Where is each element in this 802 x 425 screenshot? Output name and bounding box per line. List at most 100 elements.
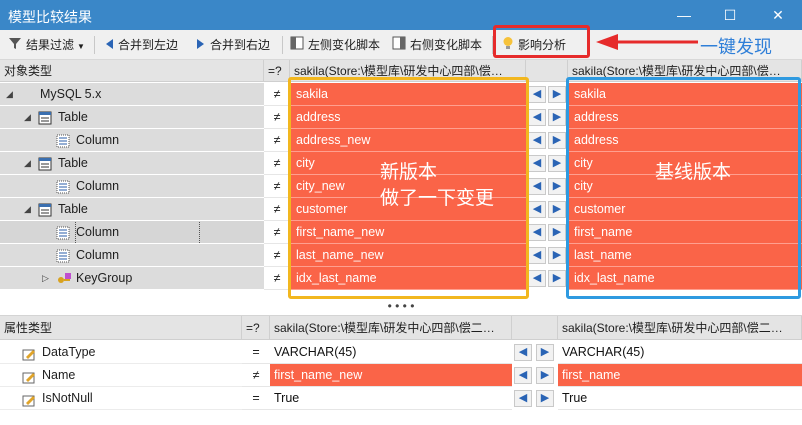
column-header-merge[interactable] [526,60,568,82]
merge-buttons: ◀ ▶ [526,198,568,221]
property-compare-status: ≠ [242,364,270,387]
merge-buttons: ◀ ▶ [526,267,568,290]
merge-left-arrow-icon[interactable]: ◀ [528,201,546,218]
merge-right-arrow-icon[interactable]: ▶ [536,390,554,407]
property-type-cell[interactable]: DataType [0,341,242,364]
compare-status: ≠ [264,129,290,152]
column-icon [56,179,70,197]
impact-highlight-box [493,25,590,58]
chevron-down-icon: ▼ [77,42,85,51]
merge-buttons: ◀ ▶ [526,152,568,175]
merge-right-arrow-icon[interactable]: ▶ [548,247,566,264]
merge-right-arrow-icon[interactable]: ▶ [536,344,554,361]
property-right-value[interactable]: VARCHAR(45) [558,341,802,364]
object-type-cell[interactable]: Column [0,129,264,152]
tree-expander-icon[interactable]: ▷ [42,267,49,289]
property-row[interactable]: DataType = VARCHAR(45) ◀ ▶ VARCHAR(45) [0,341,802,364]
close-button[interactable]: ✕ [766,4,790,26]
arrow-right-icon [196,37,206,55]
merge-right-button[interactable]: 合并到右边 [196,36,270,54]
merge-left-arrow-icon[interactable]: ◀ [528,86,546,103]
object-type-label: Table [58,202,88,216]
merge-left-arrow-icon[interactable]: ◀ [528,247,546,264]
merge-left-arrow-icon[interactable]: ◀ [528,224,546,241]
compare-status: ≠ [264,198,290,221]
maximize-button[interactable]: ☐ [718,4,742,26]
filter-label: 结果过滤 [26,38,75,52]
merge-right-arrow-icon[interactable]: ▶ [548,224,566,241]
property-left-value[interactable]: first_name_new [270,364,512,387]
key-icon [56,271,72,289]
tree-expander-icon[interactable]: ◢ [6,83,13,105]
annotation-arrow-icon [596,34,698,50]
merge-right-arrow-icon[interactable]: ▶ [536,367,554,384]
compare-status: ≠ [264,152,290,175]
object-type-cell[interactable]: Column [0,175,264,198]
column-header-eq[interactable]: =? [264,60,290,82]
property-type-label: Name [42,368,76,382]
merge-left-arrow-icon[interactable]: ◀ [528,155,546,172]
merge-right-arrow-icon[interactable]: ▶ [548,270,566,287]
merge-right-arrow-icon[interactable]: ▶ [548,201,566,218]
property-right-value[interactable]: True [558,387,802,410]
object-type-cell[interactable]: ◢ Table [0,106,264,129]
property-header-eq[interactable]: =? [242,316,270,340]
property-header-type[interactable]: 属性类型 [0,316,242,340]
arrow-left-icon [104,37,114,55]
compare-status: ≠ [264,267,290,290]
merge-right-label: 合并到右边 [210,38,271,52]
right-script-button[interactable]: 右侧变化脚本 [392,36,482,54]
object-type-label: Table [58,156,88,170]
left-pane-icon [290,36,304,55]
property-left-value[interactable]: VARCHAR(45) [270,341,512,364]
property-row[interactable]: IsNotNull = True ◀ ▶ True [0,387,802,410]
left-script-button[interactable]: 左侧变化脚本 [290,36,380,54]
object-type-cell[interactable]: ◢ Table [0,198,264,221]
property-header-left[interactable]: sakila(Store:\模型库\研发中心四部\偿二… [270,316,512,340]
property-merge-buttons: ◀ ▶ [512,364,558,387]
pane-splitter[interactable]: • • • • [0,300,802,316]
merge-right-arrow-icon[interactable]: ▶ [548,109,566,126]
merge-left-arrow-icon[interactable]: ◀ [514,367,532,384]
filter-button[interactable]: 结果过滤 ▼ [8,36,85,54]
merge-left-label: 合并到左边 [118,38,179,52]
tree-expander-icon[interactable]: ◢ [24,198,31,220]
object-type-cell[interactable]: Column [0,221,264,244]
object-type-label: MySQL 5.x [40,87,102,101]
property-header-right[interactable]: sakila(Store:\模型库\研发中心四部\偿二… [558,316,802,340]
merge-left-arrow-icon[interactable]: ◀ [528,178,546,195]
merge-right-arrow-icon[interactable]: ▶ [548,155,566,172]
property-header-merge[interactable] [512,316,558,340]
object-type-cell[interactable]: ▷ KeyGroup [0,267,264,290]
merge-buttons: ◀ ▶ [526,221,568,244]
tree-expander-icon[interactable]: ◢ [24,106,31,128]
merge-left-arrow-icon[interactable]: ◀ [514,390,532,407]
object-type-cell[interactable]: ◢ MySQL 5.x [0,83,264,106]
merge-right-arrow-icon[interactable]: ▶ [548,132,566,149]
property-type-cell[interactable]: IsNotNull [0,387,242,410]
property-row[interactable]: Name ≠ first_name_new ◀ ▶ first_name [0,364,802,387]
merge-left-arrow-icon[interactable]: ◀ [514,344,532,361]
merge-buttons: ◀ ▶ [526,129,568,152]
merge-left-arrow-icon[interactable]: ◀ [528,270,546,287]
property-type-label: IsNotNull [42,391,93,405]
merge-left-button[interactable]: 合并到左边 [104,36,178,54]
merge-buttons: ◀ ▶ [526,83,568,106]
merge-left-arrow-icon[interactable]: ◀ [528,132,546,149]
property-type-cell[interactable]: Name [0,364,242,387]
object-type-label: Column [76,248,120,262]
merge-right-arrow-icon[interactable]: ▶ [548,178,566,195]
compare-status: ≠ [264,175,290,198]
right-pane-icon [392,36,406,55]
property-left-value[interactable]: True [270,387,512,410]
column-icon [56,133,70,151]
object-type-cell[interactable]: ◢ Table [0,152,264,175]
object-type-cell[interactable]: Column [0,244,264,267]
merge-right-arrow-icon[interactable]: ▶ [548,86,566,103]
tree-expander-icon[interactable]: ◢ [24,152,31,174]
property-right-value[interactable]: first_name [558,364,802,387]
column-header-type[interactable]: 对象类型 [0,60,264,82]
minimize-button[interactable]: — [672,4,696,26]
table-icon [38,156,52,174]
merge-left-arrow-icon[interactable]: ◀ [528,109,546,126]
